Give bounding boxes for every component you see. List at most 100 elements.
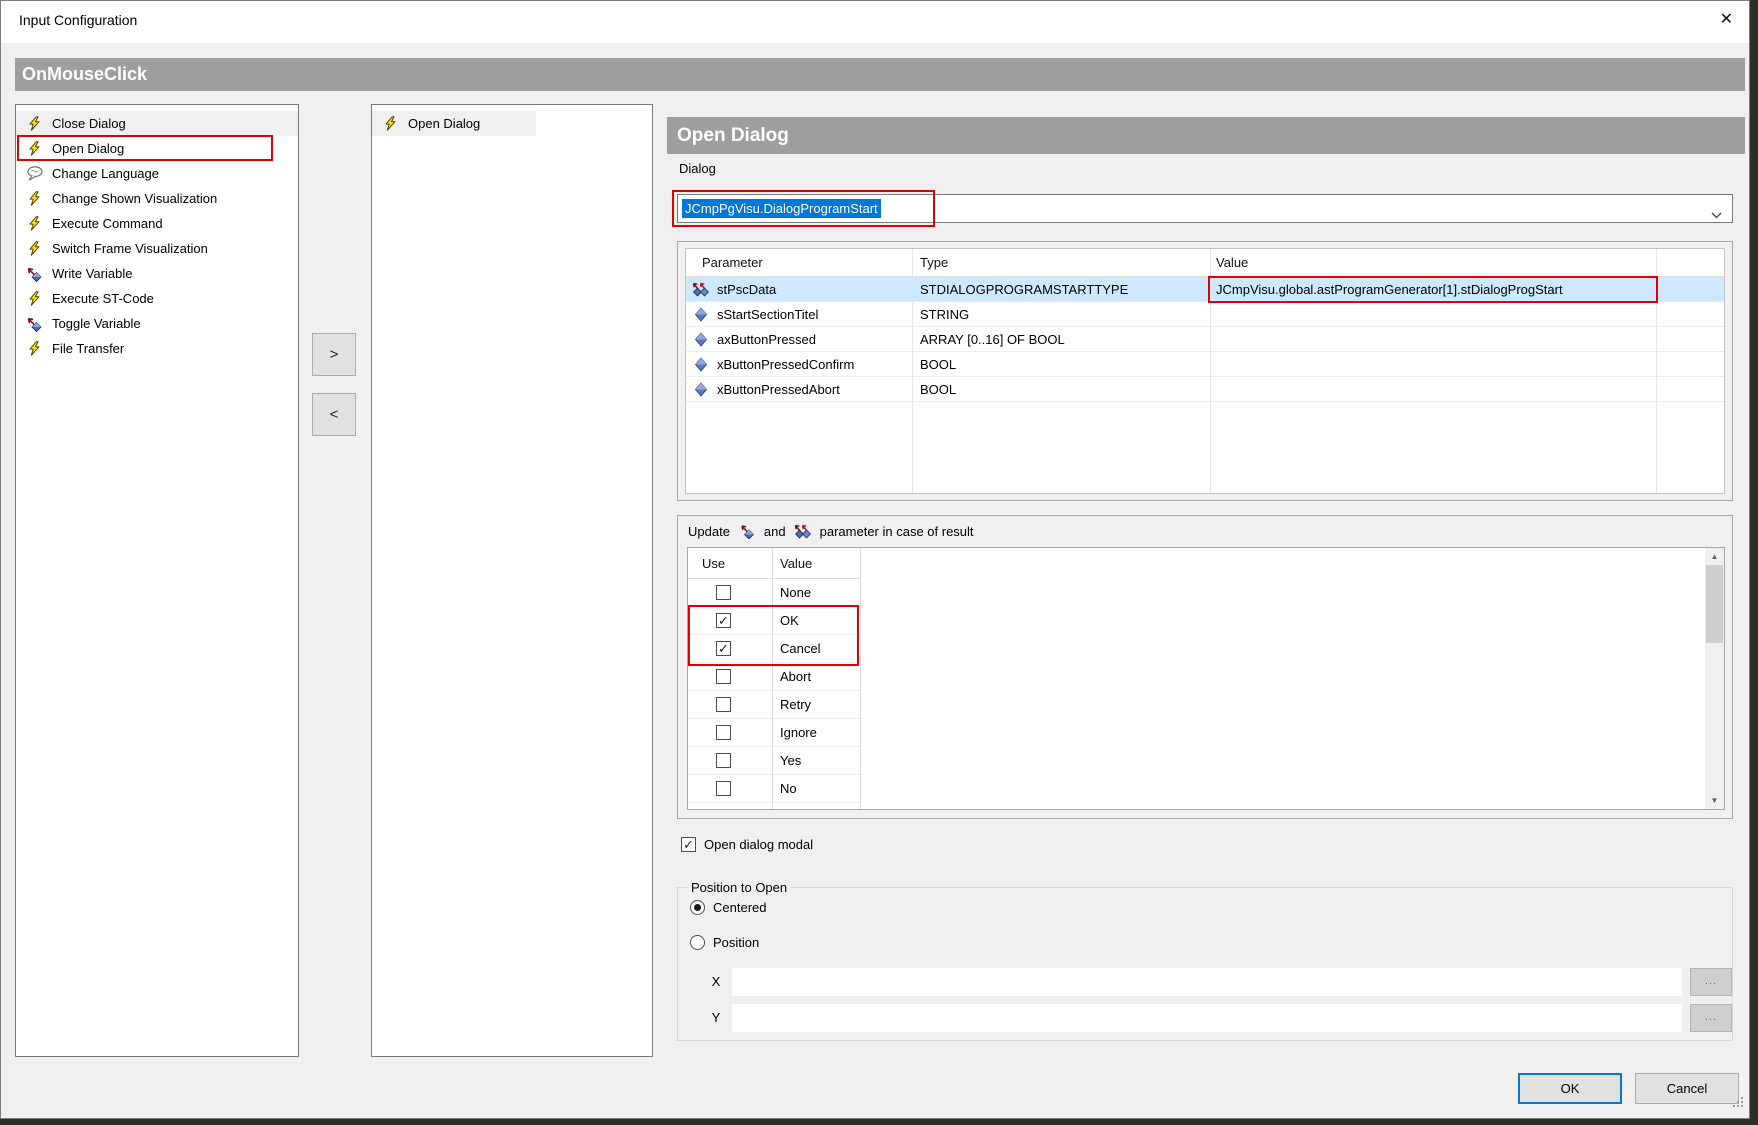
action-label: Write Variable (52, 266, 132, 281)
result-value: None (780, 585, 811, 600)
result-options-list: Use Value None ✓ OK ✓ Cancel Abort Retr (687, 547, 1725, 810)
action-label: Open Dialog (52, 141, 124, 156)
parameter-panel: Parameter Type Value stPscData STDIALOGP… (677, 241, 1733, 501)
centered-radio[interactable] (690, 900, 705, 915)
param-icon (692, 356, 710, 372)
use-checkbox[interactable] (716, 781, 731, 796)
bolt-icon (25, 341, 43, 357)
use-checkbox[interactable] (716, 697, 731, 712)
result-value: Cancel (780, 641, 820, 656)
action-item-change-shown-visualization[interactable]: Change Shown Visualization (16, 186, 298, 211)
position-radio[interactable] (690, 935, 705, 950)
y-browse-button[interactable]: ... (1690, 1004, 1732, 1032)
ok-button[interactable]: OK (1518, 1073, 1622, 1104)
result-option-yes: Yes (688, 747, 860, 775)
use-checkbox[interactable]: ✓ (716, 641, 731, 656)
bolt-icon (25, 141, 43, 157)
use-checkbox[interactable] (716, 725, 731, 740)
param-type: BOOL (912, 382, 1210, 397)
param-row-xbuttonpressedabort[interactable]: xButtonPressedAbort BOOL (686, 377, 1724, 402)
param-name: xButtonPressedConfirm (717, 357, 854, 372)
param-value[interactable]: JCmpVisu.global.astProgramGenerator[1].s… (1210, 282, 1656, 297)
x-label: X (708, 968, 724, 996)
action-label: Change Language (52, 166, 159, 181)
parameter-table-header: Parameter Type Value (686, 249, 1724, 277)
action-label: Close Dialog (52, 116, 126, 131)
centered-radio-label: Centered (713, 900, 766, 915)
result-option-cancel: ✓ Cancel (688, 635, 860, 663)
action-label: Switch Frame Visualization (52, 241, 208, 256)
result-value: Yes (780, 753, 801, 768)
dialog-field-label: Dialog (679, 161, 716, 176)
action-item-execute-st-code[interactable]: Execute ST-Code (16, 286, 298, 311)
param-row-sstartsectiontitel[interactable]: sStartSectionTitel STRING (686, 302, 1724, 327)
chevron-down-icon[interactable] (1711, 206, 1722, 224)
position-radio-label: Position (713, 935, 759, 950)
update-label-suffix: parameter in case of result (820, 524, 974, 539)
open-dialog-modal-label: Open dialog modal (704, 837, 813, 852)
param-icon (692, 381, 710, 397)
add-action-button[interactable]: > (312, 333, 356, 376)
param-row-axbuttonpressed[interactable]: axButtonPressed ARRAY [0..16] OF BOOL (686, 327, 1724, 352)
param-type: ARRAY [0..16] OF BOOL (912, 332, 1210, 347)
close-icon[interactable]: ✕ (1720, 10, 1733, 30)
dialog-combobox[interactable]: JCmpPgVisu.DialogProgramStart (677, 194, 1733, 223)
action-item-change-language[interactable]: Change Language (16, 161, 298, 186)
action-item-close-dialog[interactable]: Close Dialog (16, 111, 298, 136)
update-result-title: Update and parameter in case of result (688, 523, 974, 539)
resize-grip-icon[interactable] (1731, 1095, 1744, 1113)
position-to-open-group: Position to Open Centered Position X ...… (677, 887, 1733, 1041)
action-label: Open Dialog (408, 116, 480, 131)
action-item-toggle-variable[interactable]: Toggle Variable (16, 311, 298, 336)
result-value: No (780, 781, 797, 796)
action-item-file-transfer[interactable]: File Transfer (16, 336, 298, 361)
result-option-abort: Abort (688, 663, 860, 691)
param-row-stpscdata[interactable]: stPscData STDIALOGPROGRAMSTARTTYPE JCmpV… (686, 277, 1724, 302)
remove-action-button[interactable]: < (312, 393, 356, 436)
action-item-open-dialog[interactable]: Open Dialog (16, 136, 298, 161)
result-options-scrollbar[interactable]: ▲ ▼ (1705, 548, 1724, 809)
bolt-icon (25, 116, 43, 132)
x-browse-button[interactable]: ... (1690, 968, 1732, 996)
y-input[interactable] (732, 1004, 1682, 1032)
parameter-table: Parameter Type Value stPscData STDIALOGP… (685, 248, 1725, 494)
action-label: Execute ST-Code (52, 291, 154, 306)
bolt-icon (381, 116, 399, 132)
param-type: STDIALOGPROGRAMSTARTTYPE (912, 282, 1210, 297)
speech-bubble-icon (25, 166, 43, 182)
param-row-xbuttonpressedconfirm[interactable]: xButtonPressedConfirm BOOL (686, 352, 1724, 377)
write-variable-icon (25, 266, 43, 282)
param-icon (692, 306, 710, 322)
use-checkbox[interactable] (716, 585, 731, 600)
configured-actions-list: Open Dialog (371, 104, 653, 1057)
action-item-write-variable[interactable]: Write Variable (16, 261, 298, 286)
cancel-button[interactable]: Cancel (1635, 1073, 1739, 1104)
action-label: Toggle Variable (52, 316, 141, 331)
event-header: OnMouseClick (15, 58, 1745, 91)
param-name: stPscData (717, 282, 776, 297)
result-options-header: Use Value (688, 548, 860, 579)
configured-action-open-dialog[interactable]: Open Dialog (372, 111, 536, 136)
y-label: Y (708, 1004, 724, 1032)
column-header-parameter: Parameter (686, 255, 912, 270)
bolt-icon (25, 291, 43, 307)
centered-radio-row: Centered (690, 900, 766, 915)
result-value: Retry (780, 697, 811, 712)
bolt-icon (25, 241, 43, 257)
toggle-variable-icon (25, 316, 43, 332)
update-label-and: and (764, 524, 786, 539)
use-checkbox[interactable] (716, 669, 731, 684)
scroll-up-icon[interactable]: ▲ (1705, 548, 1724, 565)
open-dialog-modal-checkbox[interactable]: ✓ (681, 837, 696, 852)
action-item-switch-frame-visualization[interactable]: Switch Frame Visualization (16, 236, 298, 261)
x-input[interactable] (732, 968, 1682, 996)
scrollbar-thumb[interactable] (1706, 565, 1723, 643)
use-checkbox[interactable] (716, 753, 731, 768)
result-option-retry: Retry (688, 691, 860, 719)
scroll-down-icon[interactable]: ▼ (1705, 792, 1724, 809)
action-item-execute-command[interactable]: Execute Command (16, 211, 298, 236)
column-header-value: Value (1210, 255, 1656, 270)
bolt-icon (25, 216, 43, 232)
use-checkbox[interactable]: ✓ (716, 613, 731, 628)
result-value: OK (780, 613, 799, 628)
